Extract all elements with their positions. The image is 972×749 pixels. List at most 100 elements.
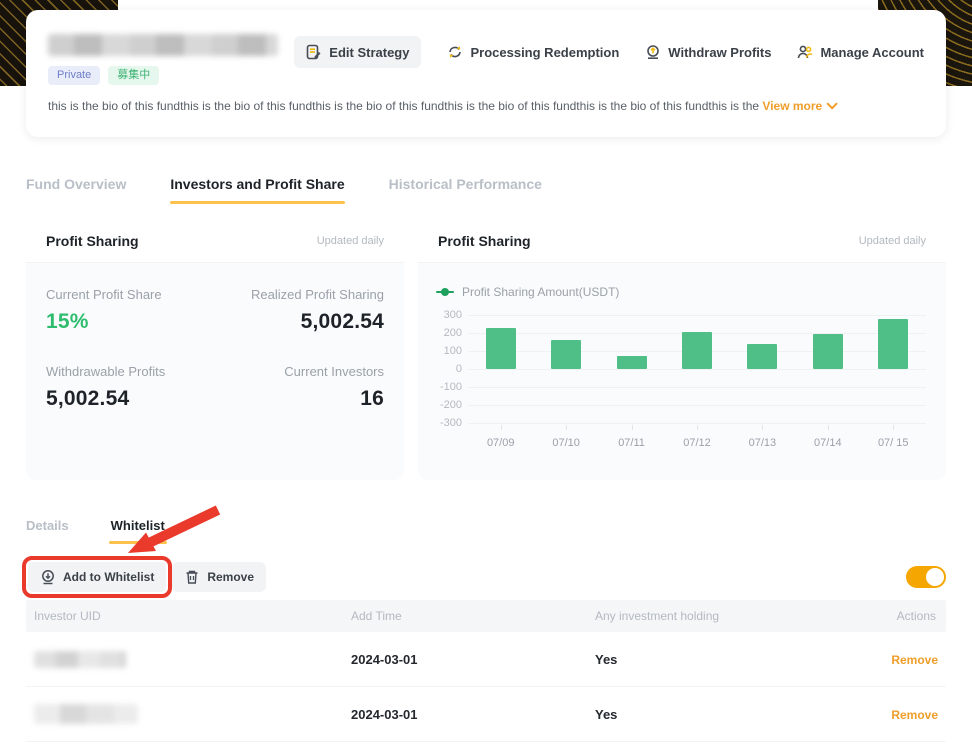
bar-07/ 15 [878, 319, 908, 369]
main-tabs: Fund Overview Investors and Profit Share… [26, 176, 542, 204]
y-tick-label: -300 [440, 417, 462, 429]
profit-sharing-chart-card: Profit Sharing Updated daily Profit Shar… [418, 218, 946, 480]
stats-card-header: Profit Sharing Updated daily [26, 218, 404, 263]
header-actions: Edit Strategy Processing Redemption With… [294, 36, 924, 68]
stat-current-profit-share: Current Profit Share 15% [46, 287, 215, 334]
stat-value: 15% [46, 310, 215, 334]
stat-realized-profit-sharing: Realized Profit Sharing 5,002.54 [215, 287, 384, 334]
fund-header-card: Edit Strategy Processing Redemption With… [26, 10, 946, 137]
remove-row-link[interactable]: Remove [891, 708, 938, 722]
stats-grid: Current Profit Share 15% Realized Profit… [26, 263, 404, 435]
remove-button-label: Remove [207, 570, 254, 584]
toggle-knob [926, 568, 944, 586]
col-add-time: Add Time [351, 609, 595, 623]
investor-uid-redacted [34, 704, 138, 724]
bar-column [533, 315, 598, 423]
y-tick-label: -200 [440, 399, 462, 411]
tab-investors-profit-share[interactable]: Investors and Profit Share [170, 176, 344, 204]
bar-07/09 [486, 328, 516, 369]
gridline [468, 423, 926, 424]
whitelist-toggle[interactable] [906, 566, 946, 588]
y-tick-label: 200 [444, 327, 462, 339]
table-header: Investor UID Add Time Any investment hol… [26, 600, 946, 632]
bar-chart: 3002001000-100-200-300 [432, 315, 926, 423]
view-more-label: View more [762, 99, 822, 113]
y-tick-label: 0 [456, 363, 462, 375]
bar-column [730, 315, 795, 423]
bar-column [861, 315, 926, 423]
stat-withdrawable-profits: Withdrawable Profits 5,002.54 [46, 364, 215, 411]
col-actions: Actions [864, 609, 938, 623]
bio-text: this is the bio of this fundthis is the … [48, 99, 762, 113]
withdraw-profits-icon [645, 44, 661, 60]
withdraw-profits-button[interactable]: Withdraw Profits [645, 44, 771, 60]
stats-updated-label: Updated daily [317, 235, 384, 247]
fund-title-redacted [48, 34, 278, 56]
bar-column [468, 315, 533, 423]
processing-redemption-icon [447, 44, 463, 60]
tab-fund-overview[interactable]: Fund Overview [26, 176, 126, 204]
remove-row-link[interactable]: Remove [891, 653, 938, 667]
processing-redemption-button[interactable]: Processing Redemption [447, 44, 619, 60]
stat-label: Current Profit Share [46, 287, 215, 302]
chart-updated-label: Updated daily [859, 235, 926, 247]
x-tick-label: 07/12 [664, 437, 729, 449]
chart-x-axis: 07/0907/1007/1107/1207/1307/1407/ 15 [468, 437, 926, 449]
bar-column [664, 315, 729, 423]
stat-label: Withdrawable Profits [46, 364, 215, 379]
x-tick-label: 07/09 [468, 437, 533, 449]
bar-07/10 [551, 340, 581, 369]
edit-strategy-label: Edit Strategy [329, 45, 409, 60]
manage-account-icon [797, 44, 813, 60]
bar-07/14 [813, 334, 843, 369]
table-row: 2024-03-01 Yes Remove [26, 687, 946, 742]
remove-button[interactable]: Remove [172, 562, 266, 592]
tab-historical-performance[interactable]: Historical Performance [389, 176, 542, 204]
y-tick-label: 300 [444, 309, 462, 321]
private-badge: Private [48, 66, 100, 85]
legend-line-dot-icon [436, 291, 454, 293]
chart-body: Profit Sharing Amount(USDT) 3002001000-1… [418, 263, 946, 449]
stat-value: 5,002.54 [215, 310, 384, 334]
whitelist-toolbar: Add to Whitelist Remove [22, 556, 946, 598]
whitelist-table: Investor UID Add Time Any investment hol… [26, 600, 946, 742]
stat-value: 16 [215, 387, 384, 411]
x-tick-label: 07/14 [795, 437, 860, 449]
chevron-down-icon [827, 98, 838, 109]
chart-bars [468, 315, 926, 423]
manage-account-label: Manage Account [820, 45, 924, 60]
bar-column [599, 315, 664, 423]
chart-card-title: Profit Sharing [438, 233, 531, 249]
col-investment-holding: Any investment holding [595, 609, 864, 623]
tab-details[interactable]: Details [26, 518, 69, 544]
edit-strategy-icon [306, 44, 322, 60]
badge-row: Private 募集中 [48, 66, 924, 85]
sub-tabs: Details Whitelist [26, 518, 165, 544]
bar-07/11 [617, 356, 647, 369]
investor-uid-redacted [34, 651, 126, 668]
cards-row: Profit Sharing Updated daily Current Pro… [26, 218, 946, 480]
add-to-whitelist-icon [40, 569, 56, 585]
add-to-whitelist-button[interactable]: Add to Whitelist [28, 562, 166, 592]
chart-y-axis: 3002001000-100-200-300 [432, 315, 468, 423]
x-tick-label: 07/11 [599, 437, 664, 449]
manage-account-button[interactable]: Manage Account [797, 44, 924, 60]
bar-07/12 [682, 332, 712, 369]
page: Edit Strategy Processing Redemption With… [0, 0, 972, 749]
tab-whitelist[interactable]: Whitelist [111, 518, 165, 544]
red-highlight-box: Add to Whitelist [22, 556, 172, 598]
stat-label: Current Investors [215, 364, 384, 379]
stats-card-title: Profit Sharing [46, 233, 139, 249]
y-tick-label: 100 [444, 345, 462, 357]
add-time-value: 2024-03-01 [351, 707, 595, 722]
stat-label: Realized Profit Sharing [215, 287, 384, 302]
stat-value: 5,002.54 [46, 387, 215, 411]
x-tick-label: 07/10 [533, 437, 598, 449]
x-tick-label: 07/13 [730, 437, 795, 449]
view-more-link[interactable]: View more [762, 99, 834, 113]
profit-sharing-stats-card: Profit Sharing Updated daily Current Pro… [26, 218, 404, 480]
stat-current-investors: Current Investors 16 [215, 364, 384, 411]
table-row: 2024-03-01 Yes Remove [26, 632, 946, 687]
edit-strategy-button[interactable]: Edit Strategy [294, 36, 421, 68]
withdraw-profits-label: Withdraw Profits [668, 45, 771, 60]
